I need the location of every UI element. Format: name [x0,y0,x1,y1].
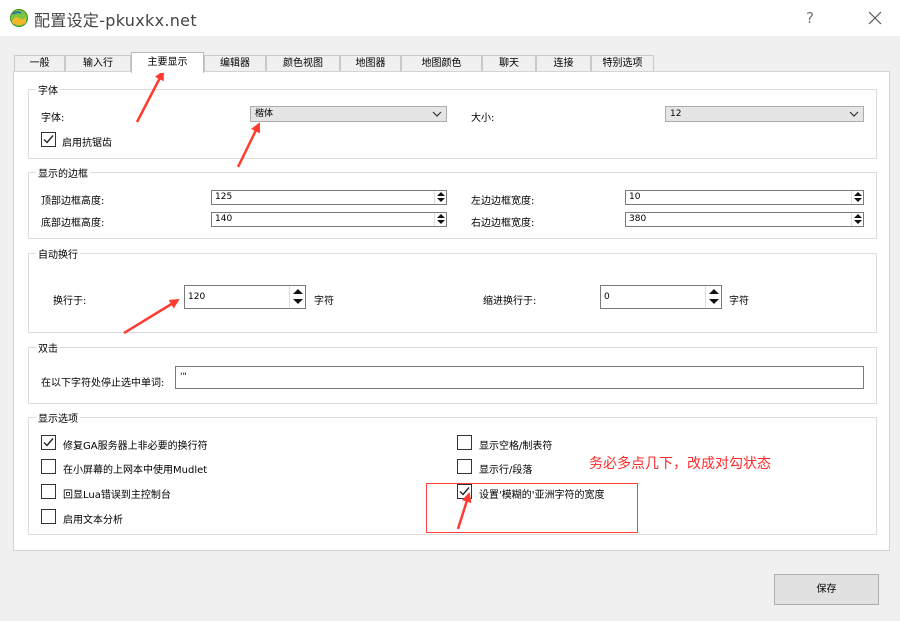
antialias-label: 启用抗锯齿 [62,138,112,149]
tab-general[interactable]: 一般 [14,55,65,72]
border-group-title: 显示的边框 [36,165,90,180]
text-analysis-label: 启用文本分析 [63,515,123,526]
size-select[interactable]: 12 [665,106,864,122]
app-icon [10,9,28,27]
border-group: 显示的边框 顶部边框高度: 125 左边边框宽度: 10 底部边框高度: 140 [28,165,877,239]
spin-up-icon[interactable] [854,192,862,196]
annotation-note: 务必多点几下，改成对勾状态 [589,456,771,472]
left-border-label: 左边边框宽度: [471,196,535,207]
antialias-checkbox[interactable] [41,132,56,147]
display-options-title: 显示选项 [36,410,80,425]
echo-lua-errors-label: 回显Lua错误到主控制台 [63,490,171,501]
text-analysis-checkbox[interactable] [41,509,56,524]
bottom-border-label: 底部边框高度: [41,218,105,229]
font-select-value: 楷体 [255,109,274,119]
chevron-down-icon [849,111,859,117]
tab-editor[interactable]: 编辑器 [204,55,266,72]
wrap-at-value: 120 [188,292,206,302]
spin-down-icon[interactable] [437,220,445,224]
spin-up-icon[interactable] [437,192,445,196]
right-border-value: 380 [629,214,647,224]
tab-mapper[interactable]: 地图器 [340,55,401,72]
wrap-at-unit: 字符 [314,296,334,307]
spin-up-icon[interactable] [854,214,862,218]
checkmark-icon [43,135,54,144]
top-border-spinbox[interactable]: 125 [211,190,447,205]
tab-main-display[interactable]: 主要显示 [131,52,204,73]
font-group-title: 字体 [36,82,60,97]
spin-buttons[interactable] [289,286,305,308]
spin-buttons[interactable] [434,191,446,204]
wrap-at-label: 换行于: [53,296,87,307]
font-label: 字体: [41,113,65,124]
spin-down-icon[interactable] [437,198,445,202]
left-border-value: 10 [629,192,641,202]
right-border-spinbox[interactable]: 380 [625,212,864,227]
close-button[interactable] [860,5,890,31]
word-wrap-group-title: 自动换行 [36,246,80,261]
fix-ga-newlines-label: 修复GA服务器上非必要的换行符 [63,441,208,452]
indent-wrap-value: 0 [604,292,610,302]
show-whitespace-checkbox[interactable] [457,435,472,450]
wrap-at-spinbox[interactable]: 120 [184,285,306,309]
stop-chars-input[interactable]: '" [175,366,864,389]
top-border-label: 顶部边框高度: [41,196,105,207]
indent-wrap-spinbox[interactable]: 0 [600,285,722,309]
netbook-mode-label: 在小屏幕的上网本中使用Mudlet [63,465,208,476]
right-border-label: 右边边框宽度: [471,218,535,229]
top-border-value: 125 [215,192,233,202]
word-wrap-group: 自动换行 换行于: 120 字符 缩进换行于: 0 字符 [28,246,877,333]
spin-buttons[interactable] [705,286,721,308]
bottom-border-spinbox[interactable]: 140 [211,212,447,227]
fix-ga-newlines-checkbox[interactable] [41,435,56,450]
netbook-mode-checkbox[interactable] [41,459,56,474]
tab-connection[interactable]: 连接 [536,55,591,72]
help-button[interactable]: ? [796,5,824,31]
chevron-down-icon [432,111,442,117]
spin-up-icon[interactable] [293,289,303,294]
double-click-group: 双击 在以下字符处停止选中单词: '" [28,340,877,404]
tab-special-options[interactable]: 特别选项 [591,55,654,72]
close-icon [868,11,882,25]
show-whitespace-label: 显示空格/制表符 [479,441,553,452]
size-label: 大小: [471,113,495,124]
annotation-highlight-box [426,483,638,533]
tab-color-view[interactable]: 颜色视图 [266,55,340,72]
spin-up-icon[interactable] [709,289,719,294]
tab-input-line[interactable]: 输入行 [65,55,131,72]
title-bar: 配置设定-pkuxkx.net ? [0,0,900,36]
double-click-group-title: 双击 [36,340,60,355]
stop-chars-label: 在以下字符处停止选中单词: [41,378,165,389]
indent-wrap-label: 缩进换行于: [483,296,537,307]
spin-down-icon[interactable] [709,299,719,304]
spin-up-icon[interactable] [437,214,445,218]
tab-chat[interactable]: 聊天 [482,55,536,72]
checkmark-icon [43,438,54,447]
spin-buttons[interactable] [851,191,863,204]
spin-buttons[interactable] [434,213,446,226]
bottom-border-value: 140 [215,214,233,224]
font-select[interactable]: 楷体 [250,106,447,122]
tab-mapper-colors[interactable]: 地图颜色 [401,55,482,72]
font-group: 字体 字体: 楷体 大小: 12 启用抗锯齿 [28,82,877,159]
echo-lua-errors-checkbox[interactable] [41,484,56,499]
spin-buttons[interactable] [851,213,863,226]
show-line-paragraph-label: 显示行/段落 [479,465,533,476]
left-border-spinbox[interactable]: 10 [625,190,864,205]
size-select-value: 12 [670,109,682,119]
settings-panel: 字体 字体: 楷体 大小: 12 启用抗锯齿 显示的边框 顶部边框高度: 125… [13,71,890,551]
save-button[interactable]: 保存 [774,574,879,605]
spin-down-icon[interactable] [854,198,862,202]
window-title: 配置设定-pkuxkx.net [34,11,197,30]
spin-down-icon[interactable] [293,299,303,304]
indent-wrap-unit: 字符 [729,296,749,307]
spin-down-icon[interactable] [854,220,862,224]
show-line-paragraph-checkbox[interactable] [457,459,472,474]
